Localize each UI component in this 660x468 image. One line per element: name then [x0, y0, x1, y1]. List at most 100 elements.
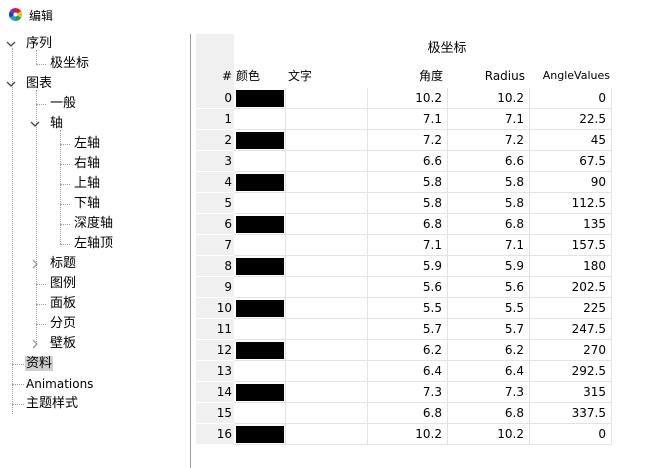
color-cell[interactable]: [234, 151, 286, 172]
table-row[interactable]: 14 7.3 7.3 315: [196, 382, 660, 403]
header-text[interactable]: 文字: [288, 64, 368, 88]
radius-cell[interactable]: 5.8: [448, 172, 530, 193]
angle-values-cell[interactable]: 180: [530, 256, 612, 277]
angle-cell[interactable]: 5.8: [368, 172, 448, 193]
angle-values-cell[interactable]: 45: [530, 130, 612, 151]
angle-values-cell[interactable]: 315: [530, 382, 612, 403]
text-cell[interactable]: [286, 151, 368, 172]
table-row[interactable]: 3 6.6 6.6 67.5: [196, 151, 660, 172]
table-row[interactable]: 4 5.8 5.8 90: [196, 172, 660, 193]
tree-item-right-axis[interactable]: 右轴: [74, 154, 100, 174]
text-cell[interactable]: [286, 424, 368, 445]
angle-cell[interactable]: 6.8: [368, 214, 448, 235]
tree-item-panel[interactable]: 面板: [50, 294, 76, 314]
color-swatch[interactable]: [236, 342, 284, 359]
text-cell[interactable]: [286, 277, 368, 298]
angle-cell[interactable]: 5.8: [368, 193, 448, 214]
color-cell[interactable]: [234, 361, 286, 382]
radius-cell[interactable]: 6.4: [448, 361, 530, 382]
radius-cell[interactable]: 7.1: [448, 109, 530, 130]
radius-cell[interactable]: 7.1: [448, 235, 530, 256]
radius-cell[interactable]: 5.5: [448, 298, 530, 319]
angle-cell[interactable]: 7.2: [368, 130, 448, 151]
table-row[interactable]: 11 5.7 5.7 247.5: [196, 319, 660, 340]
table-row[interactable]: 13 6.4 6.4 292.5: [196, 361, 660, 382]
text-cell[interactable]: [286, 88, 368, 109]
text-cell[interactable]: [286, 172, 368, 193]
header-angle-values[interactable]: AngleValues: [530, 64, 612, 88]
angle-cell[interactable]: 5.7: [368, 319, 448, 340]
color-swatch[interactable]: [236, 132, 284, 149]
chevron-down-icon[interactable]: [6, 39, 16, 49]
text-cell[interactable]: [286, 298, 368, 319]
radius-cell[interactable]: 5.8: [448, 193, 530, 214]
tree-item-depth-axis[interactable]: 深度轴: [74, 214, 113, 234]
radius-cell[interactable]: 5.9: [448, 256, 530, 277]
angle-values-cell[interactable]: 135: [530, 214, 612, 235]
color-swatch[interactable]: [236, 90, 284, 107]
angle-values-cell[interactable]: 292.5: [530, 361, 612, 382]
angle-values-cell[interactable]: 90: [530, 172, 612, 193]
angle-values-cell[interactable]: 22.5: [530, 109, 612, 130]
angle-values-cell[interactable]: 0: [530, 424, 612, 445]
table-row[interactable]: 15 6.8 6.8 337.5: [196, 403, 660, 424]
angle-cell[interactable]: 10.2: [368, 424, 448, 445]
text-cell[interactable]: [286, 403, 368, 424]
table-row[interactable]: 7 7.1 7.1 157.5: [196, 235, 660, 256]
color-cell[interactable]: [234, 109, 286, 130]
tree-item-left-axis-top[interactable]: 左轴顶: [74, 234, 113, 254]
radius-cell[interactable]: 5.6: [448, 277, 530, 298]
color-swatch[interactable]: [236, 300, 284, 317]
table-row[interactable]: 2 7.2 7.2 45: [196, 130, 660, 151]
radius-cell[interactable]: 10.2: [448, 88, 530, 109]
tree-item-chart[interactable]: 图表: [26, 74, 52, 94]
tree-item-walls[interactable]: 壁板: [50, 334, 76, 354]
color-cell[interactable]: [234, 403, 286, 424]
angle-cell[interactable]: 6.2: [368, 340, 448, 361]
angle-cell[interactable]: 5.9: [368, 256, 448, 277]
tree-item-legend[interactable]: 图例: [50, 274, 76, 294]
angle-values-cell[interactable]: 225: [530, 298, 612, 319]
table-row[interactable]: 10 5.5 5.5 225: [196, 298, 660, 319]
data-grid[interactable]: 极坐标 # 颜色 文字 角度 Radius AngleValues 0 10.2 1…: [196, 34, 660, 468]
angle-cell[interactable]: 10.2: [368, 88, 448, 109]
text-cell[interactable]: [286, 130, 368, 151]
table-row[interactable]: 12 6.2 6.2 270: [196, 340, 660, 361]
tree-item-polar[interactable]: 极坐标: [50, 54, 89, 74]
tree-item-top-axis[interactable]: 上轴: [74, 174, 100, 194]
header-index[interactable]: #: [196, 64, 232, 88]
text-cell[interactable]: [286, 361, 368, 382]
chevron-down-icon[interactable]: [30, 119, 40, 129]
angle-values-cell[interactable]: 247.5: [530, 319, 612, 340]
radius-cell[interactable]: 5.7: [448, 319, 530, 340]
table-row[interactable]: 9 5.6 5.6 202.5: [196, 277, 660, 298]
angle-values-cell[interactable]: 67.5: [530, 151, 612, 172]
angle-values-cell[interactable]: 0: [530, 88, 612, 109]
tree-item-bottom-axis[interactable]: 下轴: [74, 194, 100, 214]
header-radius[interactable]: Radius: [448, 64, 530, 88]
tree-item-titles[interactable]: 标题: [50, 254, 76, 274]
table-row[interactable]: 0 10.2 10.2 0: [196, 88, 660, 109]
text-cell[interactable]: [286, 235, 368, 256]
table-row[interactable]: 1 7.1 7.1 22.5: [196, 109, 660, 130]
table-row[interactable]: 8 5.9 5.9 180: [196, 256, 660, 277]
color-swatch[interactable]: [236, 258, 284, 275]
angle-cell[interactable]: 6.4: [368, 361, 448, 382]
chevron-right-icon[interactable]: [30, 259, 40, 269]
tree-item-series[interactable]: 序列: [26, 34, 52, 54]
angle-cell[interactable]: 7.1: [368, 235, 448, 256]
radius-cell[interactable]: 6.8: [448, 214, 530, 235]
settings-tree[interactable]: 序列 极坐标 图表 一般 轴 左轴 右轴 上轴 下轴 深度轴 左轴顶 标题 图例…: [0, 34, 191, 468]
text-cell[interactable]: [286, 214, 368, 235]
angle-values-cell[interactable]: 270: [530, 340, 612, 361]
text-cell[interactable]: [286, 340, 368, 361]
angle-values-cell[interactable]: 337.5: [530, 403, 612, 424]
tree-item-data[interactable]: 资料: [25, 354, 54, 374]
chevron-right-icon[interactable]: [30, 339, 40, 349]
angle-cell[interactable]: 5.6: [368, 277, 448, 298]
radius-cell[interactable]: 10.2: [448, 424, 530, 445]
text-cell[interactable]: [286, 256, 368, 277]
radius-cell[interactable]: 6.2: [448, 340, 530, 361]
tree-item-animations[interactable]: Animations: [26, 374, 93, 394]
tree-item-left-axis[interactable]: 左轴: [74, 134, 100, 154]
